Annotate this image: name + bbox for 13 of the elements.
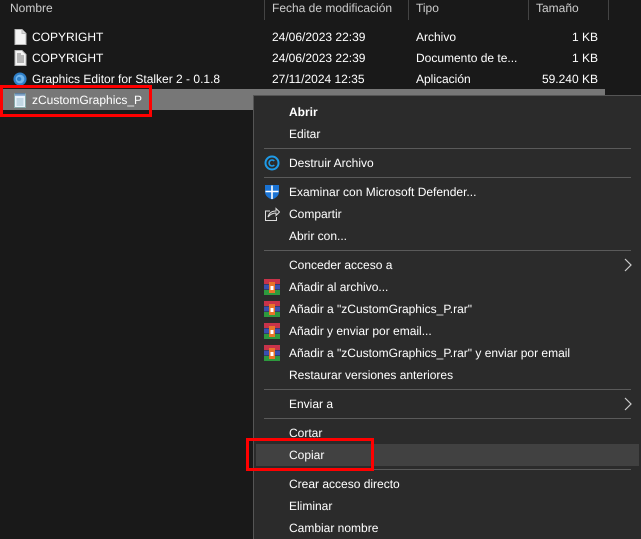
size-cell-text: 1 KB xyxy=(570,50,599,64)
date-cell-text: 27/11/2024 12:35 xyxy=(271,72,366,86)
date-cell-text: 24/06/2023 22:39 xyxy=(271,50,366,64)
size-cell-text: 1 KB xyxy=(570,30,599,44)
file-name: COPYRIGHT xyxy=(32,30,104,44)
type-cell-text: Documento de te... xyxy=(415,50,518,64)
size-cell-text: 59.240 KB xyxy=(540,72,599,86)
file-name: Graphics Editor for Stalker 2 - 0.1.8 xyxy=(32,72,220,86)
type-cell-text: Archivo xyxy=(415,30,458,44)
date-cell-text: 24/06/2023 22:39 xyxy=(271,30,366,44)
file-name: zCustomGraphics_P xyxy=(32,92,142,106)
file-name: COPYRIGHT xyxy=(32,50,104,64)
type-cell-text: Aplicación xyxy=(415,72,472,86)
